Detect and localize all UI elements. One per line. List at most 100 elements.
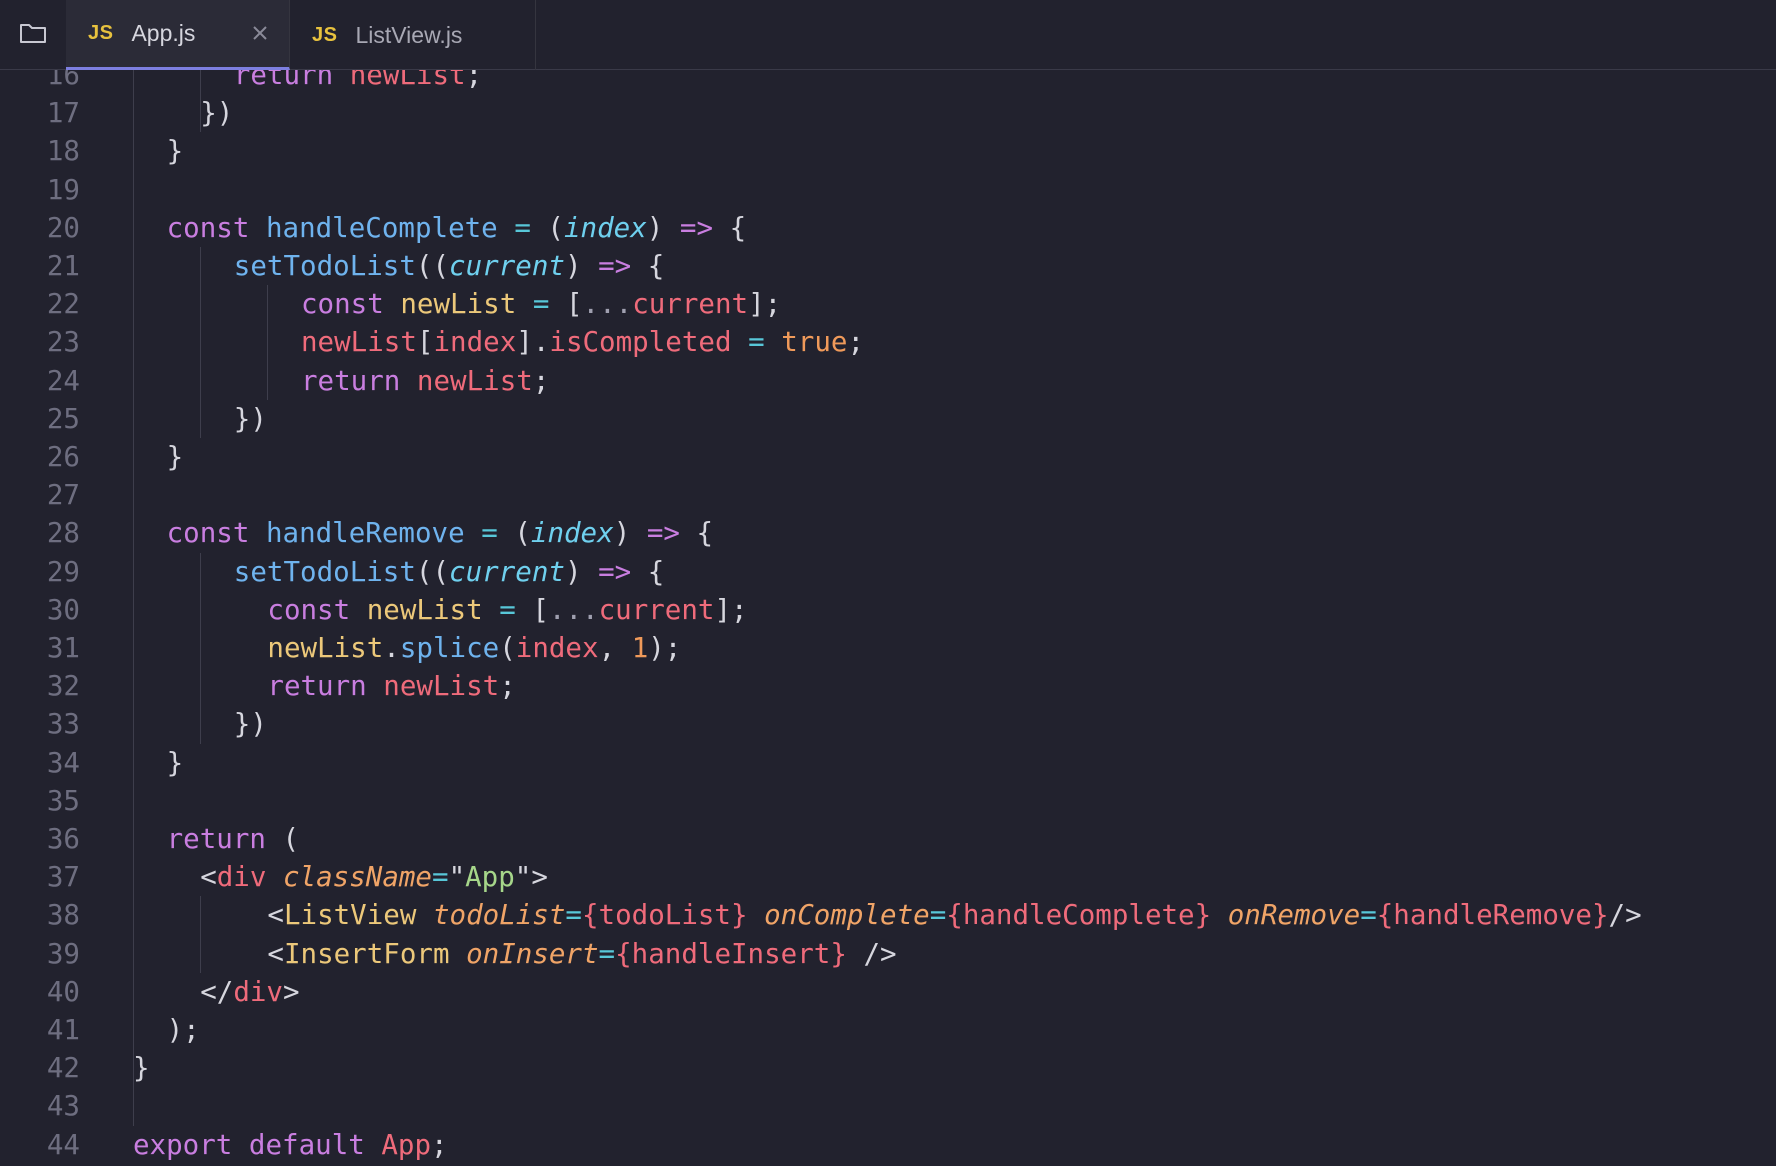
line-number: 43 [46, 1090, 80, 1123]
code-token: ]. [516, 326, 550, 359]
code-token: return [233, 70, 334, 91]
code-text: }) [234, 400, 267, 438]
line-number: 18 [46, 135, 80, 168]
code-token: newList [349, 70, 466, 91]
code-token: ListView [283, 899, 417, 932]
code-token: current [632, 288, 749, 321]
code-token: ( [499, 632, 516, 664]
code-token: ); [648, 632, 682, 664]
code-token: App [381, 1128, 432, 1161]
line-number: 29 [46, 555, 80, 588]
code-line: 34} [0, 744, 1776, 782]
code-text: return ( [167, 820, 299, 858]
code-token: handleComplete [265, 211, 498, 244]
code-token: (( [415, 250, 450, 282]
code-text: } [133, 1049, 150, 1087]
code-token: ]; [714, 593, 748, 626]
code-token: newList [366, 593, 483, 626]
code-text: const handleRemove = (index) => { [167, 514, 713, 552]
code-token: ( [497, 517, 531, 550]
code-token: handleRemove [265, 517, 465, 550]
tab-listview-js[interactable]: JS ListView.js [290, 0, 536, 70]
code-line: 20 const handleComplete = (index) => { [0, 209, 1776, 247]
code-line: 37 <div className="App"> [0, 858, 1776, 896]
code-line: 18} [0, 132, 1776, 170]
code-token: newList [416, 364, 533, 397]
code-token: ; [847, 326, 864, 359]
code-token: todoList [432, 899, 566, 932]
code-token: 1 [631, 632, 649, 664]
code-token: = [598, 937, 616, 970]
code-token: ... [548, 593, 599, 626]
line-number: 27 [46, 479, 80, 512]
code-line: 42} [0, 1049, 1776, 1087]
code-token: export [133, 1128, 233, 1161]
tab-app-js[interactable]: JS App.js [66, 0, 290, 70]
code-text: <InsertForm onInsert={handleInsert} /> [267, 935, 896, 973]
line-number: 33 [46, 708, 80, 741]
code-line: 39 <InsertForm onInsert={handleInsert} /> [0, 935, 1776, 973]
code-token: newList [400, 288, 517, 321]
code-text: const handleComplete = (index) => { [167, 209, 747, 247]
code-line: 21 setTodoList((current) => { [0, 247, 1776, 285]
code-text: }) [200, 94, 233, 132]
code-token: ; [431, 1128, 448, 1161]
code-text: } [167, 132, 184, 170]
line-number: 28 [46, 517, 80, 550]
code-token: }) [233, 708, 267, 741]
tab-label: App.js [131, 20, 196, 46]
code-token: const [166, 517, 250, 550]
code-line: 16 return newList; [0, 70, 1776, 94]
code-editor[interactable]: 16 return newList; 17}) 18} 19 20 const handle… [0, 70, 1776, 1166]
folder-toggle-button[interactable] [0, 0, 66, 70]
line-number: 25 [46, 402, 80, 435]
code-token: App [465, 861, 515, 894]
code-token: onComplete [764, 899, 930, 932]
code-line: 35 [0, 782, 1776, 820]
line-number: 23 [46, 326, 80, 359]
close-tab-button[interactable] [247, 20, 273, 46]
code-token: ) [564, 555, 599, 588]
code-token: const [301, 288, 384, 321]
code-line: 40 </div> [0, 973, 1776, 1011]
code-text: <div className="App"> [200, 858, 548, 896]
code-token: => [598, 250, 632, 282]
code-token: = [532, 288, 550, 321]
line-number: 40 [46, 975, 80, 1008]
code-text: newList.splice(index, 1); [267, 629, 681, 667]
code-token: ... [582, 288, 633, 321]
close-icon [253, 26, 267, 40]
line-number: 22 [46, 288, 80, 321]
code-token: const [267, 593, 351, 626]
code-token: const [166, 211, 250, 244]
code-token: ); [166, 1014, 200, 1046]
code-text: }) [234, 705, 267, 743]
line-number: 36 [46, 823, 80, 855]
code-line: 19 [0, 171, 1776, 209]
code-token: splice [399, 632, 500, 664]
code-token: {handleRemove} [1376, 899, 1609, 932]
code-token: ( [530, 211, 564, 244]
code-text: return newList; [267, 667, 515, 705]
code-line: 41); [0, 1011, 1776, 1049]
line-number: 21 [46, 250, 80, 282]
code-token: InsertForm [283, 937, 450, 970]
code-token: = [432, 861, 449, 894]
line-number: 42 [46, 1052, 80, 1085]
code-line: 27 [0, 476, 1776, 514]
code-token: { [679, 517, 714, 550]
code-token: /> [1608, 899, 1642, 932]
code-token: = [565, 899, 582, 932]
code-token: = [1360, 899, 1377, 932]
code-token: { [631, 555, 665, 588]
code-line: 43 [0, 1087, 1776, 1125]
code-token: = [748, 326, 765, 359]
